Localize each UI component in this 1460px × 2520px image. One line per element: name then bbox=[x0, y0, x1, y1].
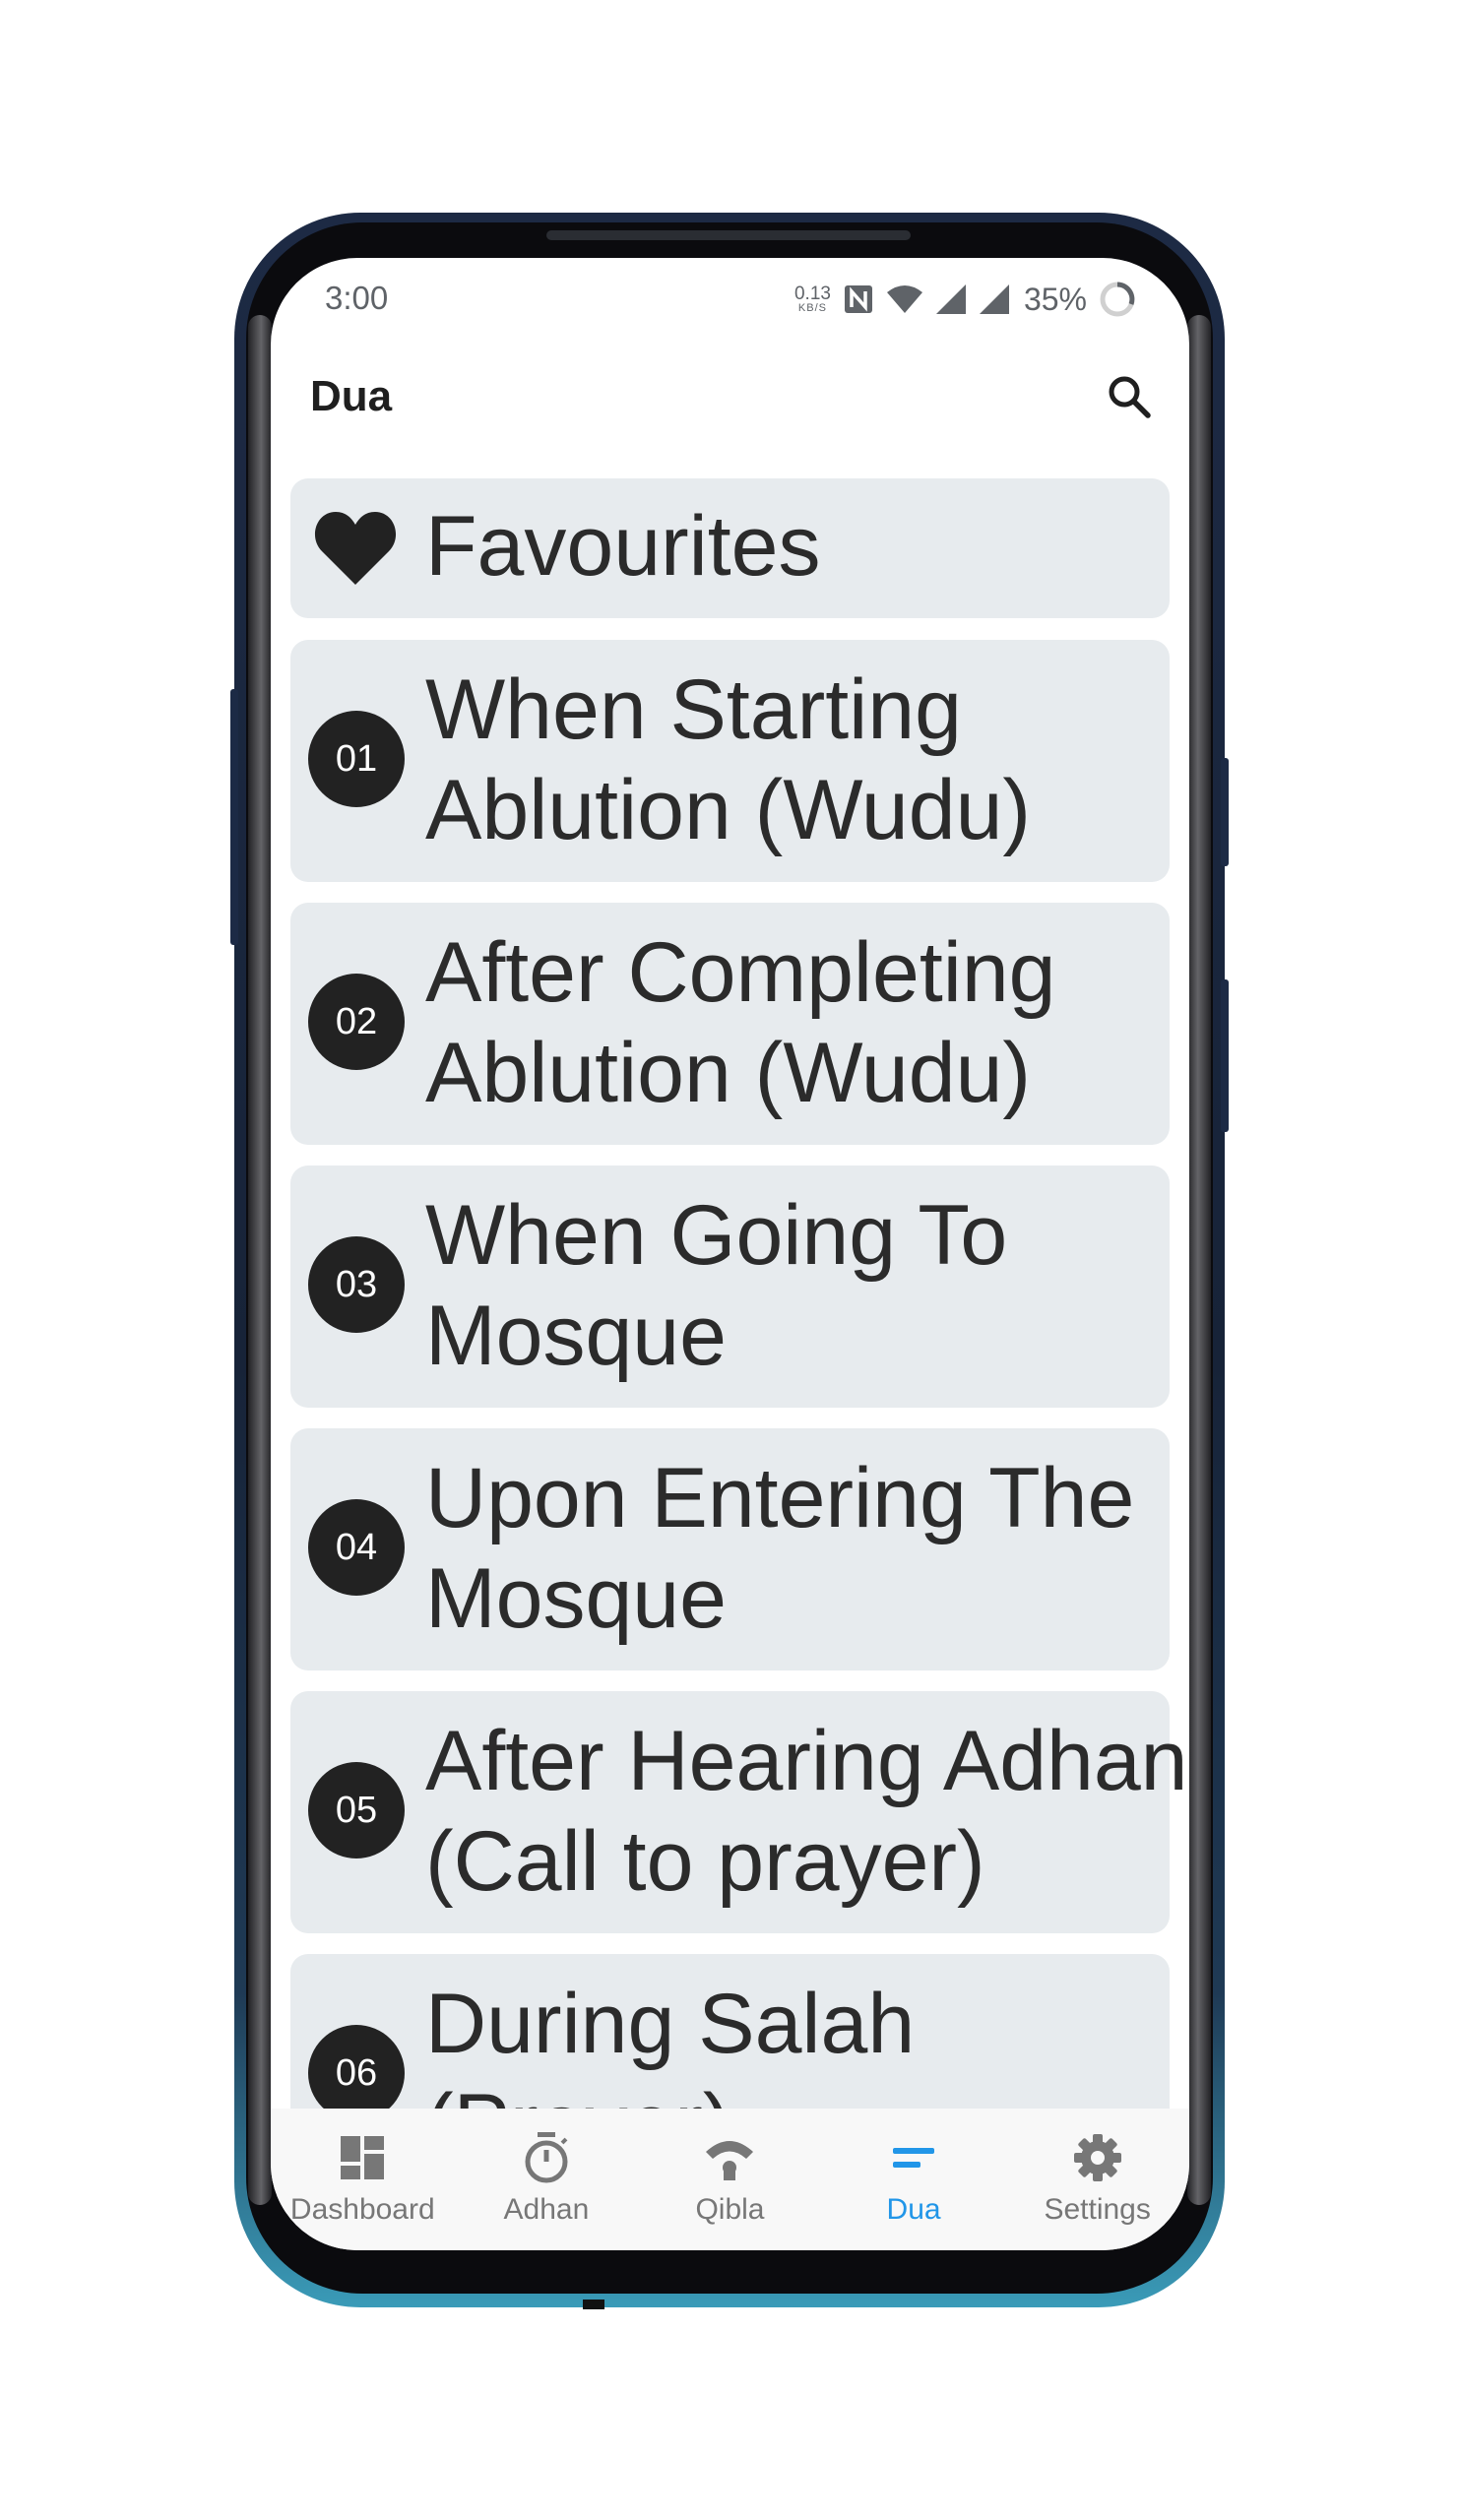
list-item[interactable]: 04 Upon Entering The Mosque bbox=[290, 1428, 1170, 1670]
dua-title-line: During Salah bbox=[425, 1977, 916, 2071]
favourites-label: Favourites bbox=[425, 499, 821, 594]
nav-dashboard-label: Dashboard bbox=[289, 2193, 435, 2226]
network-speed-unit: KB/S bbox=[797, 302, 827, 314]
cell-signal-icon bbox=[935, 284, 967, 315]
battery-percent: 35% bbox=[1023, 281, 1087, 317]
app-bar: Dua bbox=[271, 341, 1189, 472]
qibla-icon bbox=[700, 2130, 759, 2185]
bottom-navigation: Dashboard Adhan Qibla Dua Settings bbox=[271, 2109, 1189, 2250]
dua-title-line: Ablution (Wudu) bbox=[425, 1026, 1032, 1120]
dua-number-badge: 05 bbox=[308, 1762, 405, 1858]
phone-screen: 3:00 0.13 KB/S 35% Dua Favourites 01 Whe… bbox=[271, 258, 1189, 2250]
list-item[interactable]: 02 After Completing Ablution (Wudu) bbox=[290, 903, 1170, 1145]
nav-dua-label: Dua bbox=[886, 2193, 941, 2226]
search-button[interactable] bbox=[1099, 366, 1160, 427]
dua-title-line: When Starting bbox=[425, 662, 962, 757]
dua-icon bbox=[884, 2130, 943, 2185]
dua-title-line: When Going To bbox=[425, 1188, 1008, 1283]
nav-adhan-label: Adhan bbox=[503, 2193, 590, 2226]
dua-number-badge: 04 bbox=[308, 1499, 405, 1596]
search-icon bbox=[1109, 376, 1151, 418]
dua-title-line: Upon Entering The bbox=[425, 1451, 1135, 1545]
dashboard-icon bbox=[333, 2130, 392, 2185]
dua-title-line: Ablution (Wudu) bbox=[425, 763, 1032, 857]
page-title: Dua bbox=[310, 372, 393, 420]
nav-qibla[interactable]: Qibla bbox=[638, 2109, 822, 2250]
status-bar: 3:00 0.13 KB/S 35% bbox=[271, 258, 1189, 341]
dua-title: After Completing Ablution (Wudu) bbox=[425, 922, 1056, 1123]
dua-title-line: After Completing bbox=[425, 925, 1056, 1020]
dua-title-line: Mosque bbox=[425, 1289, 727, 1383]
cell-signal-icon bbox=[979, 284, 1010, 315]
nfc-icon bbox=[843, 284, 874, 315]
dua-number-badge: 03 bbox=[308, 1236, 405, 1333]
usb-port bbox=[583, 2300, 604, 2309]
heart-icon bbox=[314, 512, 397, 585]
list-item[interactable]: 03 When Going To Mosque bbox=[290, 1166, 1170, 1408]
dua-title: Upon Entering The Mosque bbox=[425, 1448, 1134, 1649]
volume-button bbox=[1221, 758, 1229, 866]
dua-title-line: (Call to prayer) bbox=[425, 1814, 985, 1909]
timer-icon bbox=[517, 2130, 576, 2185]
nav-settings[interactable]: Settings bbox=[1005, 2109, 1189, 2250]
dua-title-line: Mosque bbox=[425, 1551, 727, 1646]
favourites-item[interactable]: Favourites bbox=[290, 478, 1170, 618]
power-button bbox=[230, 689, 238, 945]
dua-title: After Hearing Adhan (Call to prayer) bbox=[425, 1711, 1188, 1912]
dua-number-badge: 02 bbox=[308, 974, 405, 1070]
dua-title-line: After Hearing Adhan bbox=[425, 1714, 1188, 1808]
dua-title: When Starting Ablution (Wudu) bbox=[425, 660, 1031, 860]
nav-adhan[interactable]: Adhan bbox=[455, 2109, 639, 2250]
network-speed: 0.13 KB/S bbox=[794, 284, 831, 314]
list-item[interactable]: 01 When Starting Ablution (Wudu) bbox=[290, 640, 1170, 882]
screen-edge-left bbox=[248, 315, 272, 2205]
earpiece-speaker bbox=[546, 230, 911, 240]
nav-dashboard[interactable]: Dashboard bbox=[271, 2109, 455, 2250]
network-speed-value: 0.13 bbox=[793, 284, 831, 304]
nav-dua[interactable]: Dua bbox=[822, 2109, 1006, 2250]
gear-icon bbox=[1068, 2130, 1127, 2185]
screen-edge-right bbox=[1187, 315, 1211, 2205]
nav-settings-label: Settings bbox=[1044, 2193, 1151, 2226]
dua-number-badge: 06 bbox=[308, 2025, 405, 2121]
wifi-icon bbox=[886, 284, 923, 314]
status-time: 3:00 bbox=[325, 280, 389, 316]
dua-number-badge: 01 bbox=[308, 711, 405, 807]
status-icons: 0.13 KB/S 35% bbox=[794, 278, 1136, 321]
battery-icon bbox=[1099, 281, 1136, 318]
list-item[interactable]: 05 After Hearing Adhan (Call to prayer) bbox=[290, 1691, 1188, 1933]
dua-title: When Going To Mosque bbox=[425, 1185, 1007, 1386]
nav-qibla-label: Qibla bbox=[695, 2193, 765, 2226]
volume-button bbox=[1221, 979, 1229, 1132]
